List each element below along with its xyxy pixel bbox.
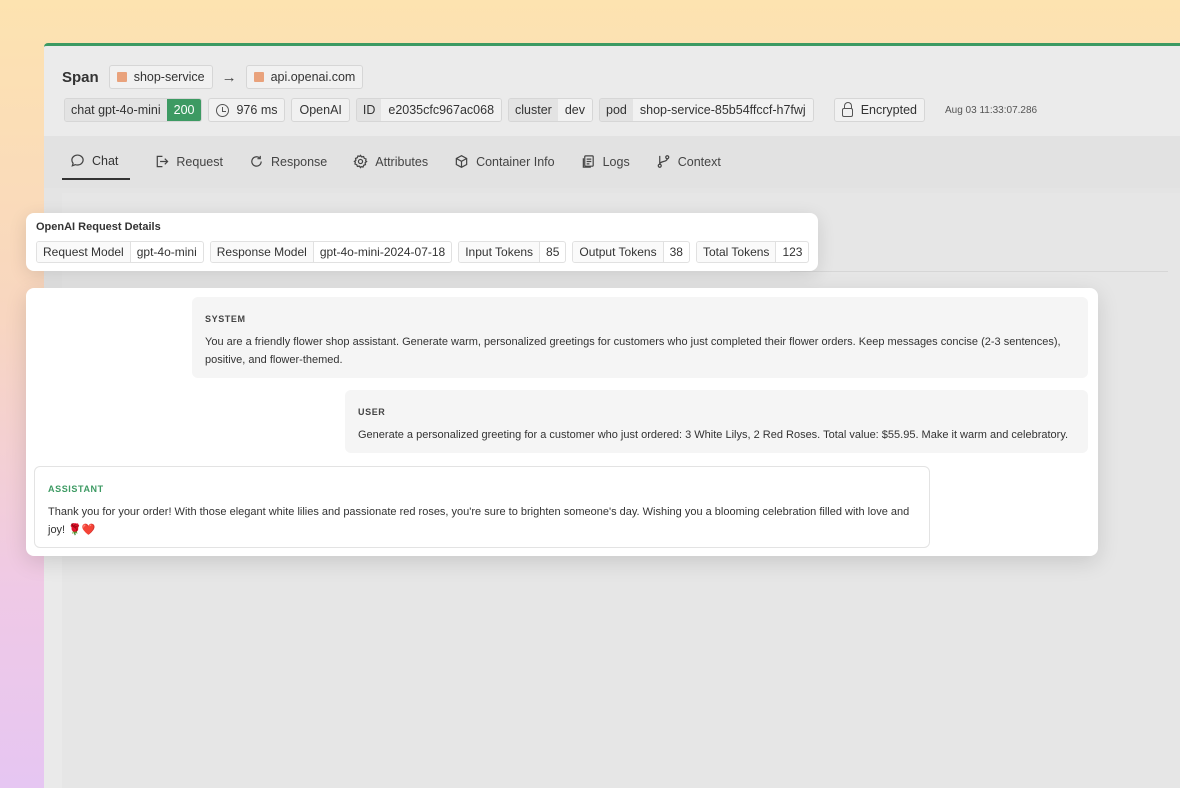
input-tokens-value: 85 [546, 245, 560, 259]
system-role-label: SYSTEM [205, 314, 246, 324]
method-status-chip: chat gpt-4o-mini 200 [64, 98, 203, 122]
cluster-label: cluster [509, 99, 558, 121]
cluster-chip[interactable]: cluster dev [508, 98, 594, 122]
request-model-label: Request Model [37, 242, 131, 262]
id-value: e2035cfc967ac068 [381, 99, 502, 121]
tab-container-info-label: Container Info [476, 154, 555, 169]
encrypted-label: Encrypted [860, 103, 917, 117]
pod-label: pod [600, 99, 633, 121]
tab-chat-label: Chat [92, 153, 119, 168]
tab-attributes[interactable]: Attributes [351, 148, 430, 180]
assistant-message-text: Thank you for your order! With those ele… [48, 506, 910, 536]
request-icon [157, 155, 169, 168]
user-message-text: Generate a personalized greeting for a c… [358, 429, 1069, 441]
tab-logs-label: Logs [602, 154, 630, 169]
total-tokens-chip: Total Tokens 123 [695, 241, 810, 263]
assistant-role-label: ASSISTANT [48, 484, 104, 494]
status-badge: 200 [166, 99, 202, 121]
tab-chat[interactable]: Chat [62, 148, 131, 180]
service-square-icon [116, 72, 127, 82]
total-tokens-value: 123 [782, 245, 803, 259]
span-title: Span [62, 68, 99, 86]
total-tokens-label: Total Tokens [696, 242, 777, 262]
pod-chip[interactable]: pod shop-service-85b54ffccf-h7fwj [599, 98, 814, 122]
duration-chip: 976 ms [208, 98, 286, 122]
chat-transcript: SYSTEM You are a friendly flower shop as… [26, 288, 1098, 556]
encrypted-badge: Encrypted [833, 98, 925, 122]
system-message-text: You are a friendly flower shop assistant… [205, 336, 1061, 366]
tab-container-info[interactable]: Container Info [452, 148, 557, 180]
span-header: Span shop-service → api.openai.com chat … [44, 46, 1180, 136]
tab-response[interactable]: Response [247, 148, 329, 180]
response-model-chip: Response Model gpt-4o-mini-2024-07-18 [209, 241, 453, 263]
output-tokens-value: 38 [669, 245, 683, 259]
cube-icon [455, 154, 468, 169]
span-route: Span shop-service → api.openai.com [62, 65, 364, 89]
user-role-label: USER [358, 407, 386, 417]
cluster-value: dev [557, 99, 593, 121]
tab-logs[interactable]: Logs [579, 148, 632, 180]
arrow-right-icon: → [221, 68, 237, 86]
destination-service-label: api.openai.com [270, 70, 356, 84]
provider-chip: OpenAI [291, 98, 350, 122]
duration-value: 976 ms [236, 103, 278, 117]
details-row: Request Model gpt-4o-mini Response Model… [36, 241, 810, 263]
tab-response-label: Response [270, 154, 328, 169]
user-message: USER Generate a personalized greeting fo… [345, 390, 1088, 453]
method-label: chat gpt-4o-mini [65, 99, 167, 121]
chat-bubble-icon [71, 154, 84, 167]
span-id-chip[interactable]: ID e2035cfc967ac068 [355, 98, 503, 122]
input-tokens-label: Input Tokens [459, 242, 541, 262]
input-tokens-chip: Input Tokens 85 [458, 241, 567, 263]
refresh-icon [251, 155, 262, 167]
tab-context[interactable]: Context [654, 148, 723, 180]
span-timestamp: Aug 03 11:33:07.286 [944, 104, 1038, 116]
lock-icon [841, 101, 853, 117]
pod-value: shop-service-85b54ffccf-h7fwj [632, 99, 813, 121]
details-title: OpenAI Request Details [36, 221, 161, 233]
tab-context-label: Context [677, 154, 721, 169]
tab-request[interactable]: Request [152, 148, 225, 180]
source-service-label: shop-service [133, 70, 205, 84]
request-model-chip: Request Model gpt-4o-mini [36, 241, 204, 263]
left-gutter [44, 556, 62, 788]
gear-icon [353, 154, 368, 169]
branch-icon [657, 155, 670, 168]
tab-bar: Chat Request Response Attributes Contain… [44, 136, 1180, 188]
destination-service-chip[interactable]: api.openai.com [245, 65, 364, 89]
system-message: SYSTEM You are a friendly flower shop as… [192, 297, 1088, 378]
openai-request-details-card: OpenAI Request Details Request Model gpt… [26, 213, 818, 271]
response-model-value: gpt-4o-mini-2024-07-18 [319, 245, 446, 259]
tab-request-label: Request [176, 154, 223, 169]
document-icon [582, 155, 594, 168]
assistant-message: ASSISTANT Thank you for your order! With… [34, 466, 930, 548]
source-service-chip[interactable]: shop-service [108, 65, 213, 89]
service-square-icon [253, 72, 264, 82]
output-tokens-label: Output Tokens [573, 242, 664, 262]
response-model-label: Response Model [210, 242, 314, 262]
request-model-value: gpt-4o-mini [136, 245, 197, 259]
id-label: ID [356, 99, 382, 121]
clock-icon [216, 103, 230, 117]
span-meta-row: chat gpt-4o-mini 200 976 ms OpenAI ID e2… [64, 98, 1037, 122]
output-tokens-chip: Output Tokens 38 [572, 241, 690, 263]
tab-attributes-label: Attributes [375, 154, 429, 169]
divider [790, 271, 1168, 272]
